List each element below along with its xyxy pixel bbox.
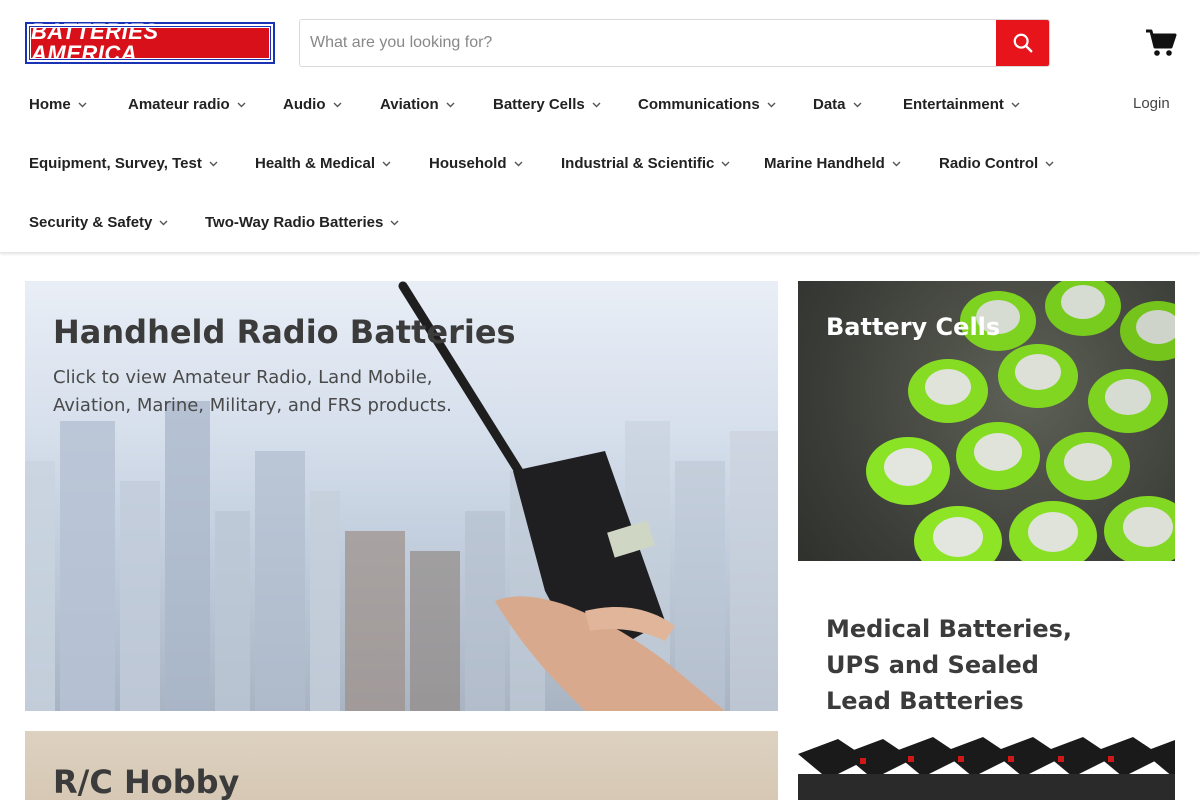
nav-item-data[interactable]: Data: [813, 96, 862, 113]
chevron-down-icon: [767, 102, 776, 108]
tile-title: Handheld Radio Batteries: [53, 313, 516, 351]
nav-item-label: Entertainment: [903, 96, 1004, 113]
chevron-down-icon: [1011, 102, 1020, 108]
nav-item-audio[interactable]: Audio: [283, 96, 342, 113]
chevron-down-icon: [237, 102, 246, 108]
tile-description: Click to view Amateur Radio, Land Mobile…: [53, 364, 452, 420]
nav-item-label: Equipment, Survey, Test: [29, 155, 202, 172]
nav-item-label: Data: [813, 96, 846, 113]
search-icon: [1013, 33, 1032, 53]
nav-item-home[interactable]: Home: [29, 96, 87, 113]
nav-item-label: Communications: [638, 96, 760, 113]
tile-description-line: Click to view Amateur Radio, Land Mobile…: [53, 367, 433, 388]
tile-description-line: Aviation, Marine, Military, and FRS prod…: [53, 395, 452, 416]
login-link[interactable]: Login: [1133, 95, 1170, 112]
tile-handheld-radio-batteries[interactable]: Handheld Radio Batteries Click to view A…: [25, 281, 778, 711]
search-button[interactable]: [996, 20, 1049, 66]
chevron-down-icon: [721, 161, 730, 167]
chevron-down-icon: [1045, 161, 1054, 167]
site-logo[interactable]: BATTERIES AMERICA: [25, 21, 275, 65]
sealed-lead-batteries-image: [798, 737, 1175, 800]
nav-item-label: Battery Cells: [493, 96, 585, 113]
chevron-down-icon: [382, 161, 391, 167]
nav-item-aviation[interactable]: Aviation: [380, 96, 455, 113]
search-input[interactable]: [300, 20, 996, 66]
chevron-down-icon: [853, 102, 862, 108]
nav-item-battery-cells[interactable]: Battery Cells: [493, 96, 601, 113]
tile-title: Medical Batteries, UPS and Sealed Lead B…: [826, 611, 1072, 719]
nav-item-amateur-radio[interactable]: Amateur radio: [128, 96, 246, 113]
tile-title-line: Medical Batteries,: [826, 615, 1073, 643]
nav-item-label: Health & Medical: [255, 155, 376, 172]
search-bar: [299, 19, 1050, 67]
chevron-down-icon: [446, 102, 455, 108]
nav-item-communications[interactable]: Communications: [638, 96, 776, 113]
logo-badge: BATTERIES AMERICA: [29, 21, 271, 65]
cart-icon: [1146, 29, 1177, 56]
nav-item-entertainment[interactable]: Entertainment: [903, 96, 1020, 113]
nav-item-industrial-scientific[interactable]: Industrial & Scientific: [561, 155, 730, 172]
nav-item-label: Amateur radio: [128, 96, 230, 113]
chevron-down-icon: [333, 102, 342, 108]
nav-item-label: Audio: [283, 96, 326, 113]
tile-title: Battery Cells: [826, 313, 1001, 341]
tile-title-line: UPS and Sealed: [826, 651, 1039, 679]
nav-item-radio-control[interactable]: Radio Control: [939, 155, 1054, 172]
tile-title-line: Lead Batteries: [826, 687, 1024, 715]
tile-rc-hobby[interactable]: R/C Hobby: [25, 731, 778, 800]
chevron-down-icon: [514, 161, 523, 167]
logo-text: BATTERIES AMERICA: [31, 19, 159, 66]
chevron-down-icon: [209, 161, 218, 167]
chevron-down-icon: [390, 220, 399, 226]
site-header: BATTERIES AMERICA Home Amateur radio Aud…: [0, 0, 1200, 253]
nav-item-marine-handheld[interactable]: Marine Handheld: [764, 155, 901, 172]
nav-item-label: Marine Handheld: [764, 155, 885, 172]
nav-item-household[interactable]: Household: [429, 155, 523, 172]
cart-button[interactable]: [1145, 28, 1177, 58]
chevron-down-icon: [892, 161, 901, 167]
tile-title: R/C Hobby: [53, 763, 240, 800]
chevron-down-icon: [592, 102, 601, 108]
tile-battery-cells[interactable]: Battery Cells: [798, 281, 1175, 561]
nav-item-label: Household: [429, 155, 507, 172]
nav-item-health-medical[interactable]: Health & Medical: [255, 155, 391, 172]
chevron-down-icon: [78, 102, 87, 108]
nav-item-label: Security & Safety: [29, 214, 153, 231]
nav-item-two-way-radio-batteries[interactable]: Two-Way Radio Batteries: [205, 214, 399, 231]
nav-item-security-safety[interactable]: Security & Safety: [29, 214, 168, 231]
tile-medical-ups-sealed-lead[interactable]: Medical Batteries, UPS and Sealed Lead B…: [798, 581, 1175, 800]
nav-item-label: Industrial & Scientific: [561, 155, 715, 172]
nav-item-equipment-survey-test[interactable]: Equipment, Survey, Test: [29, 155, 218, 172]
chevron-down-icon: [159, 220, 168, 226]
nav-item-label: Two-Way Radio Batteries: [205, 214, 384, 231]
nav-item-label: Aviation: [380, 96, 439, 113]
nav-item-label: Radio Control: [939, 155, 1039, 172]
nav-item-label: Home: [29, 96, 71, 113]
